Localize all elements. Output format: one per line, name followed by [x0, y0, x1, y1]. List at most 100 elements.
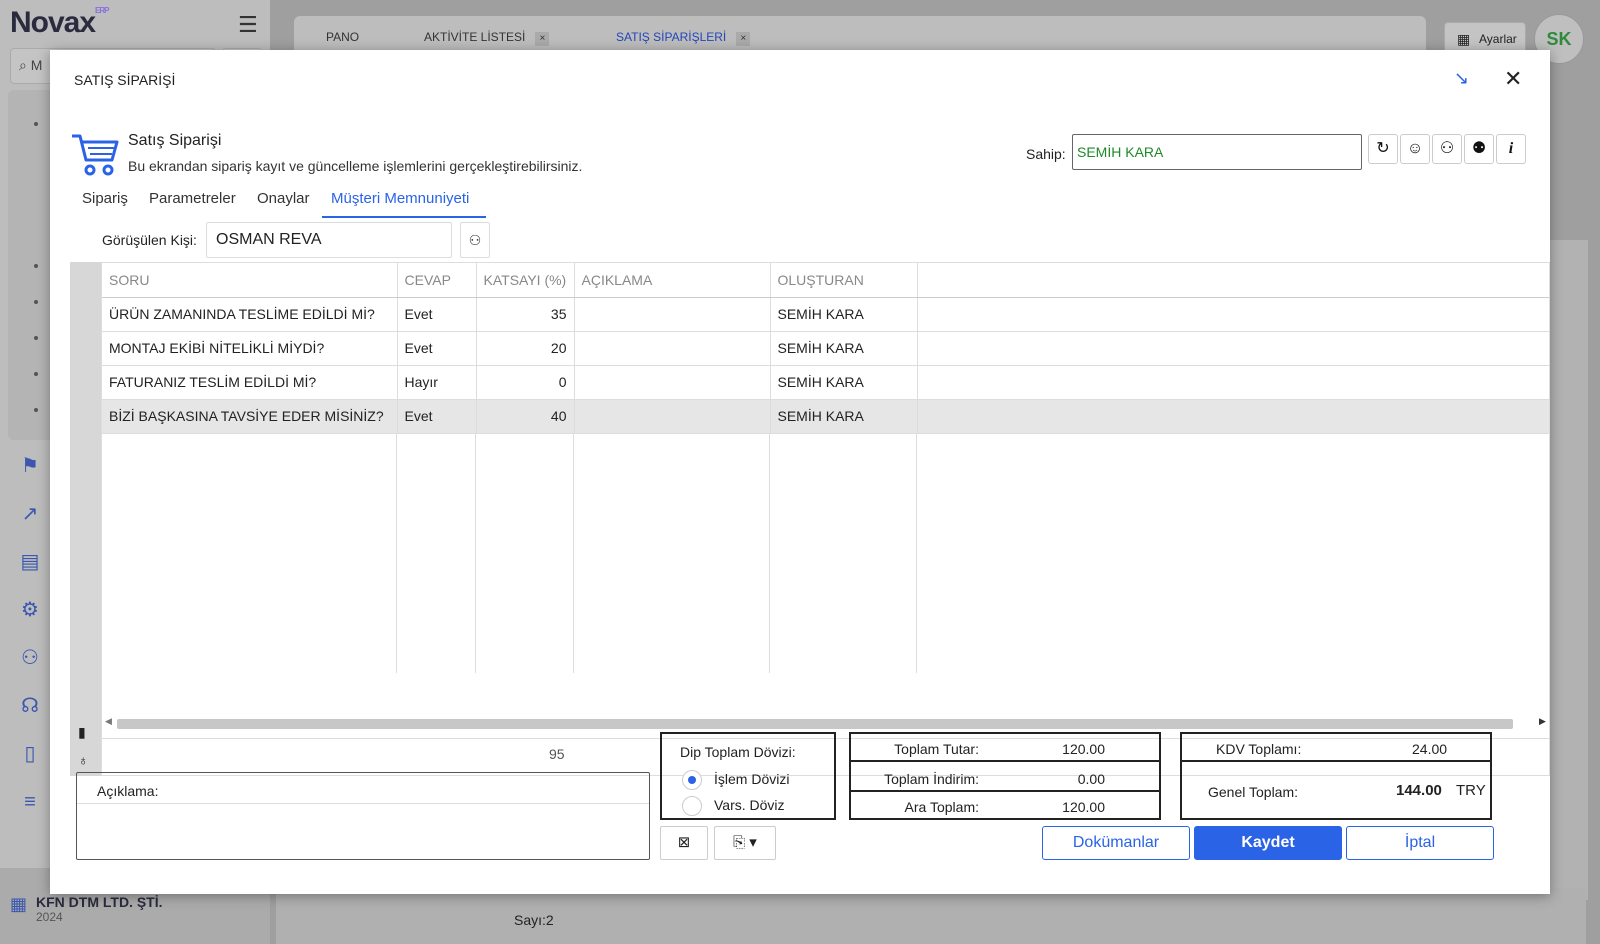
- page-subtitle: Bu ekrandan sipariş kayıt ve güncelleme …: [128, 158, 583, 174]
- nav-bullet: [34, 300, 38, 304]
- vat-row: KDV Toplamı: 24.00: [1182, 734, 1490, 762]
- save-button[interactable]: Kaydet: [1194, 826, 1342, 860]
- flag-icon[interactable]: ⚑: [18, 454, 42, 478]
- total-amount-row: Toplam Tutar: 120.00: [851, 734, 1159, 762]
- cell-aciklama[interactable]: [574, 365, 771, 400]
- column-header-empty: [917, 263, 1549, 298]
- person-input[interactable]: [206, 222, 452, 258]
- scrollbar-thumb[interactable]: [117, 719, 1513, 729]
- cell-cevap[interactable]: Evet: [397, 297, 477, 332]
- cell-katsayi[interactable]: 40: [476, 399, 575, 434]
- tab-satis-siparisleri[interactable]: SATIŞ SİPARİŞLERİ ×: [616, 30, 751, 46]
- cell-aciklama[interactable]: [574, 399, 771, 434]
- user-lock-icon[interactable]: ⚇: [1432, 134, 1462, 164]
- table-row[interactable]: MONTAJ EKİBİ NİTELİKLİ MİYDİ? Evet 20 SE…: [102, 331, 1549, 366]
- column-header-aciklama[interactable]: AÇIKLAMA: [574, 263, 771, 298]
- divider: [77, 803, 649, 804]
- table-row[interactable]: ÜRÜN ZAMANINDA TESLİME EDİLDİ Mİ? Evet 3…: [102, 297, 1549, 332]
- lightbulb-icon[interactable]: ♁: [78, 752, 89, 768]
- tab-onaylar[interactable]: Onaylar: [257, 190, 310, 207]
- currency-selector: Dip Toplam Dövizi: İşlem Dövizi Vars. Dö…: [660, 732, 836, 820]
- cell-katsayi[interactable]: 0: [476, 365, 575, 400]
- info-icon[interactable]: i: [1496, 134, 1526, 164]
- katsayi-total: 95: [549, 746, 565, 762]
- vat-value: 24.00: [1412, 741, 1448, 757]
- export-dropdown-icon[interactable]: ⎘ ▾: [714, 826, 776, 860]
- arrow-down-right-icon[interactable]: ↘: [1454, 68, 1469, 89]
- cancel-button[interactable]: İptal: [1346, 826, 1494, 860]
- file-icon[interactable]: ▯: [18, 742, 42, 766]
- subtotal-row: Ara Toplam: 120.00: [851, 792, 1159, 820]
- radio-label-vars-doviz: Vars. Döviz: [714, 797, 785, 813]
- table-row-selected[interactable]: BİZİ BAŞKASINA TAVSİYE EDER MİSİNİZ? Eve…: [102, 399, 1549, 434]
- cell-olusturan[interactable]: SEMİH KARA: [770, 399, 918, 434]
- cell-empty: [917, 297, 1549, 332]
- cell-cevap[interactable]: Evet: [397, 399, 477, 434]
- cell-aciklama[interactable]: [574, 331, 771, 366]
- totals-box: Toplam Tutar: 120.00 Toplam İndirim: 0.0…: [849, 732, 1161, 820]
- cell-cevap[interactable]: Evet: [397, 331, 477, 366]
- cell-soru[interactable]: ÜRÜN ZAMANINDA TESLİME EDİLDİ Mİ?: [102, 297, 398, 332]
- record-count: Sayı:2: [514, 912, 554, 928]
- user-circle-icon[interactable]: ☺: [1400, 134, 1430, 164]
- refresh-icon[interactable]: ↻: [1368, 134, 1398, 164]
- total-amount-value: 120.00: [1062, 741, 1105, 757]
- tab-aktivite-listesi[interactable]: AKTİVİTE LİSTESİ ×: [424, 30, 550, 46]
- cell-katsayi[interactable]: 35: [476, 297, 575, 332]
- list-icon[interactable]: ≡: [18, 790, 42, 814]
- tab-musteri-memnuniyeti[interactable]: Müşteri Memnuniyeti: [331, 190, 469, 207]
- cell-katsayi[interactable]: 20: [476, 331, 575, 366]
- grid-empty-area: [102, 433, 1549, 673]
- cell-soru[interactable]: FATURANIZ TESLİM EDİLDİ Mİ?: [102, 365, 398, 400]
- radio-islem-dovizi[interactable]: [682, 770, 702, 790]
- document-icon[interactable]: ▤: [18, 550, 42, 574]
- cell-cevap[interactable]: Hayır: [397, 365, 477, 400]
- add-user-icon[interactable]: ⚇: [18, 646, 42, 670]
- cell-aciklama[interactable]: [574, 297, 771, 332]
- vat-label: KDV Toplamı:: [1216, 741, 1302, 757]
- table-row[interactable]: FATURANIZ TESLİM EDİLDİ Mİ? Hayır 0 SEMİ…: [102, 365, 1549, 400]
- cell-olusturan[interactable]: SEMİH KARA: [770, 331, 918, 366]
- total-amount-label: Toplam Tutar:: [894, 741, 979, 757]
- user-switch-icon[interactable]: ⚉: [1464, 134, 1494, 164]
- bookmark-icon[interactable]: ▮: [78, 724, 86, 741]
- active-tab-indicator: [322, 216, 486, 218]
- contacts-icon[interactable]: ⚇: [460, 222, 490, 258]
- column-header-cevap[interactable]: CEVAP: [397, 263, 477, 298]
- radio-label-islem-dovizi: İşlem Dövizi: [714, 771, 790, 787]
- survey-grid: SORU CEVAP KATSAYI (%) AÇIKLAMA OLUŞTURA…: [101, 262, 1550, 739]
- column-header-katsayi[interactable]: KATSAYI (%): [476, 263, 575, 298]
- close-icon[interactable]: ×: [736, 32, 751, 46]
- tab-siparis[interactable]: Sipariş: [82, 190, 128, 207]
- documents-button[interactable]: Dokümanlar: [1042, 826, 1190, 860]
- gear-icon[interactable]: ⚙: [18, 598, 42, 622]
- cell-olusturan[interactable]: SEMİH KARA: [770, 297, 918, 332]
- column-header-soru[interactable]: SORU: [102, 263, 398, 298]
- radio-vars-doviz[interactable]: [682, 796, 702, 816]
- close-icon[interactable]: ✕: [1504, 66, 1522, 92]
- trending-up-icon[interactable]: ↗: [18, 502, 42, 526]
- scroll-left-icon[interactable]: ◀: [105, 716, 112, 727]
- owner-input[interactable]: [1072, 134, 1362, 170]
- headphones-icon[interactable]: ☊: [18, 694, 42, 718]
- cell-soru[interactable]: MONTAJ EKİBİ NİTELİKLİ MİYDİ?: [102, 331, 398, 366]
- menu-toggle-icon[interactable]: ☰: [238, 12, 258, 38]
- subtotal-label: Ara Toplam:: [904, 799, 979, 815]
- horizontal-scrollbar[interactable]: ◀ ▶: [101, 716, 1550, 730]
- cell-empty: [917, 365, 1549, 400]
- modal-title: SATIŞ SİPARİŞİ: [74, 72, 176, 88]
- cell-soru[interactable]: BİZİ BAŞKASINA TAVSİYE EDER MİSİNİZ?: [102, 399, 398, 434]
- nav-bullet: [34, 372, 38, 376]
- grand-total-box: KDV Toplamı: 24.00 Genel Toplam: 144.00 …: [1180, 732, 1492, 820]
- column-header-olusturan[interactable]: OLUŞTURAN: [770, 263, 918, 298]
- tab-pano[interactable]: PANO: [326, 30, 359, 44]
- tab-parametreler[interactable]: Parametreler: [149, 190, 236, 207]
- sales-order-modal: SATIŞ SİPARİŞİ ↘ ✕ Satış Siparişi Bu ekr…: [50, 50, 1550, 894]
- excel-export-icon[interactable]: ⊠: [660, 826, 708, 860]
- close-icon[interactable]: ×: [535, 32, 550, 46]
- scroll-right-icon[interactable]: ▶: [1539, 716, 1546, 727]
- note-textarea[interactable]: Açıklama:: [76, 772, 650, 860]
- page-title: Satış Siparişi: [128, 132, 222, 149]
- cell-olusturan[interactable]: SEMİH KARA: [770, 365, 918, 400]
- total-discount-value: 0.00: [1077, 771, 1105, 787]
